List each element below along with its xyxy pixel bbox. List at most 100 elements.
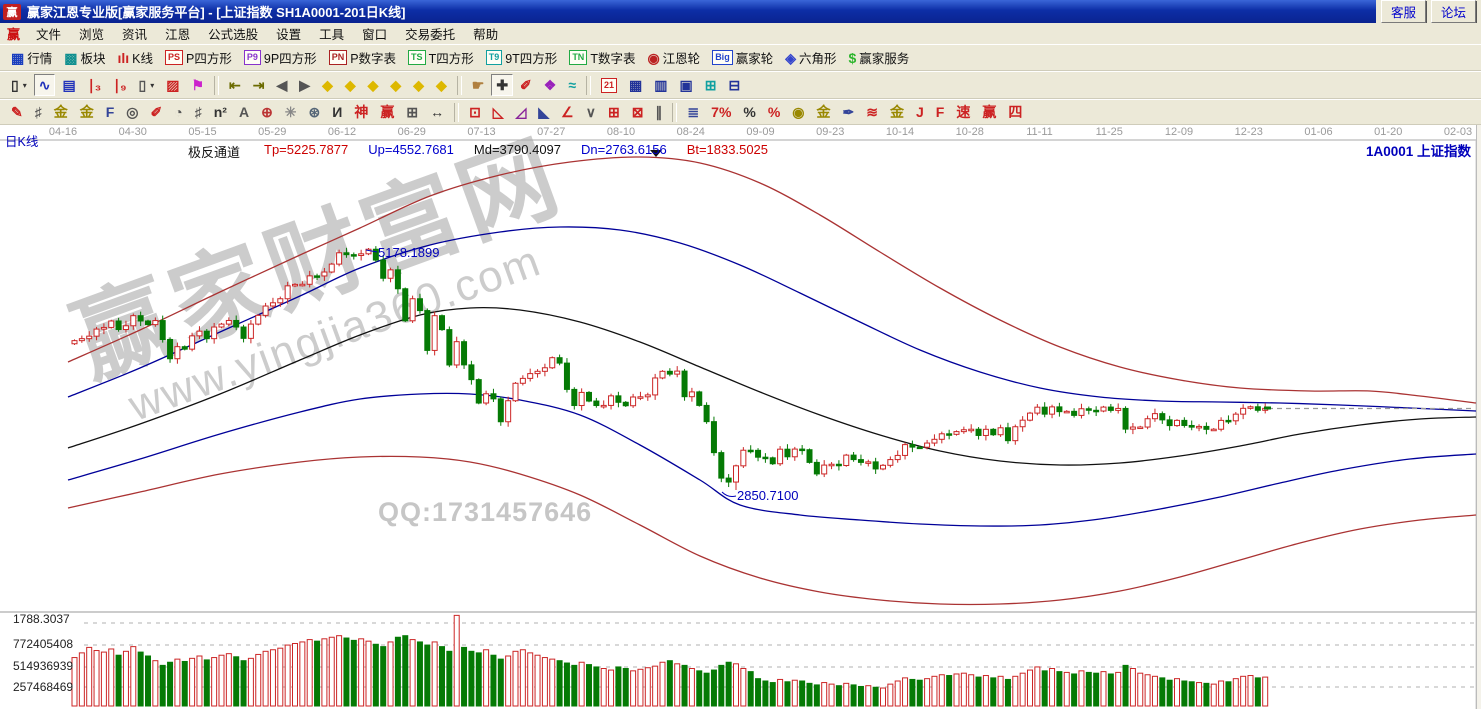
candle-width-dropdown[interactable]: ▯ ▾ <box>134 74 160 96</box>
measure-tool-button[interactable]: ✐ <box>515 74 537 96</box>
gold-line-button[interactable]: 金 <box>812 101 836 123</box>
menu-item-0[interactable]: 文件 <box>27 24 70 43</box>
p9-square-button[interactable]: P9 9P四方形 <box>239 45 322 70</box>
crosshair-tool-button[interactable]: ✚ <box>491 74 514 96</box>
candlestick-chart[interactable] <box>0 125 1481 709</box>
j-line-button[interactable]: J <box>911 101 929 123</box>
brush-tool-button[interactable]: ✐ <box>146 101 168 123</box>
t9-square-button[interactable]: T9 9T四方形 <box>481 45 563 70</box>
first-page-button[interactable]: ⇤ <box>224 74 246 96</box>
n2-cycle-button[interactable]: n² <box>209 101 232 123</box>
menu-item-7[interactable]: 窗口 <box>353 24 396 43</box>
gold-scale2-button[interactable]: 金 <box>75 101 99 123</box>
candle-body <box>990 428 997 436</box>
menu-item-4[interactable]: 公式选股 <box>199 24 267 43</box>
spiral-tool-button[interactable]: ◎ <box>121 101 143 123</box>
menu-item-8[interactable]: 交易委托 <box>396 24 464 43</box>
box-tool-button[interactable]: ⊡ <box>464 101 486 123</box>
pen-tool-button[interactable]: ✎ <box>6 101 28 123</box>
ying-line-button[interactable]: 赢 <box>977 101 1001 123</box>
wave-tool-button[interactable]: ≈ <box>563 74 581 96</box>
t-number-table-button[interactable]: TN T数字表 <box>564 45 640 70</box>
winner-service-button-icon: $ <box>848 49 857 66</box>
forum-button[interactable]: 论坛 <box>1430 0 1476 23</box>
shrink-horizontal-button[interactable]: ◆ <box>385 74 406 96</box>
menu-item-6[interactable]: 工具 <box>310 24 353 43</box>
kline-button[interactable]: ılı K线 <box>113 45 159 70</box>
scroll-right-diamond-button[interactable]: ◆ <box>340 74 361 96</box>
flag-pen-button[interactable]: ✒ <box>838 101 860 123</box>
grid-b-button[interactable]: ⊠ <box>627 101 649 123</box>
ruler-grid-button[interactable]: ⊞ <box>401 101 423 123</box>
wave-line-button[interactable]: ≋ <box>861 101 883 123</box>
hand-tool-button[interactable]: ☛ <box>467 74 490 96</box>
gann-wheel-button[interactable]: ◉ 江恩轮 <box>642 45 705 70</box>
f-scale-button[interactable]: F <box>101 101 120 123</box>
web-grid-button[interactable]: ⊛ <box>304 101 326 123</box>
angle-line-button[interactable]: ∠ <box>556 101 579 123</box>
span-arrows-button[interactable]: ↔ <box>425 101 449 123</box>
chart9-button[interactable]: ∣₉ <box>108 74 131 96</box>
gold-angle-button[interactable]: 金 <box>885 101 909 123</box>
percent-line-button[interactable]: % <box>763 101 785 123</box>
hexagon-button[interactable]: ◈ 六角形 <box>780 45 841 70</box>
gann-fan2-button[interactable]: ◿ <box>511 101 532 123</box>
ying-tool-button[interactable]: 赢 <box>375 101 399 123</box>
scale-tool-button[interactable]: ♯ <box>30 101 47 123</box>
sectors-button[interactable]: ▩ 板块 <box>59 45 110 70</box>
clock-cycle-button[interactable]: ◔ <box>169 101 187 123</box>
su-line-button[interactable]: 速 <box>951 101 975 123</box>
calendar-button[interactable]: 21 <box>596 75 622 96</box>
percent-button[interactable]: % <box>738 101 760 123</box>
grid-scale-button[interactable]: ♯ <box>190 101 207 123</box>
next-page-button[interactable]: ▶ <box>294 74 315 96</box>
info-panel-button[interactable]: ▤ <box>57 74 80 96</box>
si-line-button[interactable]: 四 <box>1003 101 1027 123</box>
winner-wheel-button[interactable]: Big 赢家轮 <box>707 45 778 70</box>
star-grid-button[interactable]: ✳ <box>280 101 302 123</box>
color-flag-button[interactable]: ⚑ <box>186 74 209 96</box>
candle-style-dropdown[interactable]: ▯ ▾ <box>6 74 32 96</box>
customer-service-button[interactable]: 客服 <box>1380 0 1426 23</box>
gold-scale-button[interactable]: 金 <box>49 101 73 123</box>
k-mark-button[interactable]: И <box>327 101 347 123</box>
stats-panel-button[interactable]: ≣ <box>682 101 704 123</box>
v-wave-button[interactable]: ∨ <box>581 101 601 123</box>
prev-page-button[interactable]: ◀ <box>272 74 293 96</box>
export-screen-button[interactable]: ⊞ <box>700 74 722 96</box>
expand-horizontal-button[interactable]: ◆ <box>363 74 384 96</box>
menu-item-1[interactable]: 浏览 <box>70 24 113 43</box>
chart3-button[interactable]: ∣₃ <box>83 74 106 96</box>
circle-cross-button[interactable]: ⊕ <box>256 101 278 123</box>
ruler-tool-button[interactable]: ❖ <box>539 74 562 96</box>
print-button[interactable]: ⊟ <box>723 74 745 96</box>
p-number-table-button[interactable]: PN P数字表 <box>324 45 401 70</box>
parallel-lines-button[interactable]: ∥ <box>650 101 667 123</box>
t-square-button[interactable]: TS T四方形 <box>403 45 479 70</box>
red-panel-button[interactable]: ▨ <box>161 74 184 96</box>
expand-all-button[interactable]: ◆ <box>431 74 452 96</box>
volume-bar <box>813 684 820 707</box>
menu-item-3[interactable]: 江恩 <box>156 24 199 43</box>
calculator-button[interactable]: ▦ <box>624 74 647 96</box>
menu-item-9[interactable]: 帮助 <box>464 24 507 43</box>
f-line-button[interactable]: F <box>931 101 950 123</box>
gold-circle-button[interactable]: ◉ <box>787 101 809 123</box>
scroll-left-diamond-button[interactable]: ◆ <box>317 74 338 96</box>
menu-item-5[interactable]: 设置 <box>267 24 310 43</box>
gann-fan-button[interactable]: ◺ <box>488 101 509 123</box>
p-square-button[interactable]: PS P四方形 <box>160 45 237 70</box>
winner-service-button[interactable]: $ 赢家服务 <box>844 45 915 70</box>
shen-tool-button[interactable]: 神 <box>349 101 373 123</box>
last-page-button[interactable]: ⇥ <box>248 74 270 96</box>
a-tool-button[interactable]: A <box>234 101 254 123</box>
notes-button[interactable]: ▥ <box>649 74 672 96</box>
gann-fan3-button[interactable]: ◣ <box>533 101 554 123</box>
shrink-all-button[interactable]: ◆ <box>408 74 429 96</box>
quotes-button[interactable]: ▦ 行情 <box>6 45 57 70</box>
save-button[interactable]: ▣ <box>675 74 698 96</box>
menu-item-2[interactable]: 资讯 <box>113 24 156 43</box>
zigzag-tool-button[interactable]: ∿ <box>33 74 56 96</box>
pct7-button[interactable]: 7% <box>706 101 736 123</box>
grid-a-button[interactable]: ⊞ <box>603 101 625 123</box>
